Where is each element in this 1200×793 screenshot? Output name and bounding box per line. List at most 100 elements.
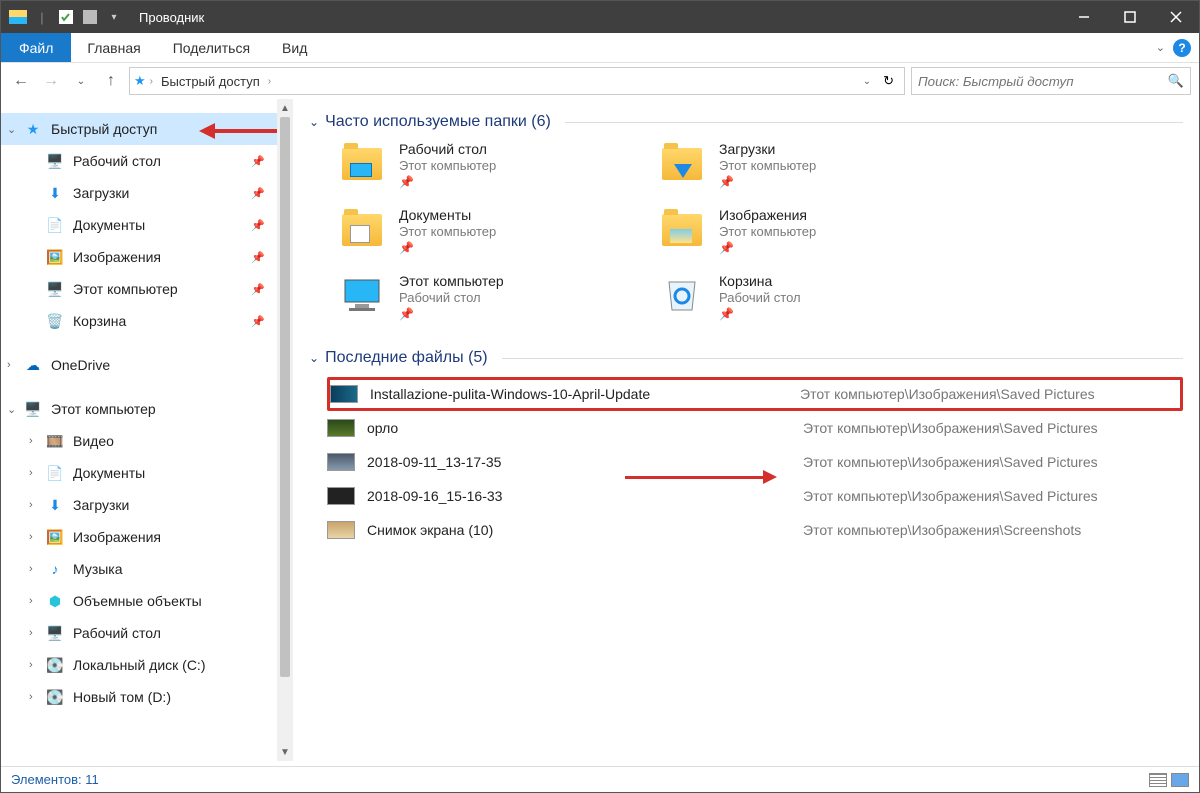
folder-item[interactable]: КорзинаРабочий стол📌 [657,273,957,321]
sidebar-item-label: Рабочий стол [73,153,161,169]
chevron-right-icon[interactable]: › [7,359,23,371]
breadcrumb-location[interactable]: Быстрый доступ [157,74,264,89]
sidebar-item-recyclebin[interactable]: 🗑️Корзина📌 [1,305,293,337]
folder-name: Документы [399,207,496,223]
sidebar-item-3dobjects[interactable]: ›⬢Объемные объекты [1,585,293,617]
refresh-icon[interactable]: ↻ [877,73,900,89]
sidebar-item-label: Изображения [73,249,161,265]
thumbnails-view-icon[interactable] [1171,773,1189,787]
sidebar-item-label: Быстрый доступ [51,121,157,137]
folder-item[interactable]: ЗагрузкиЭтот компьютер📌 [657,141,957,189]
music-icon: ♪ [45,559,65,579]
pin-icon: 📌 [251,187,265,200]
search-icon[interactable]: 🔍 [1168,73,1184,89]
cloud-icon: ☁ [23,355,43,375]
scroll-up-icon[interactable]: ▲ [277,99,293,117]
chevron-down-icon[interactable]: ⌄ [7,123,23,136]
sidebar-item-videos[interactable]: ›🎞️Видео [1,425,293,457]
sidebar-item-pictures2[interactable]: ›🖼️Изображения [1,521,293,553]
sidebar-item-documents2[interactable]: ›📄Документы [1,457,293,489]
search-box[interactable]: 🔍 [911,67,1191,95]
pin-icon: 📌 [251,283,265,296]
sidebar-item-label: Изображения [73,529,161,545]
sidebar-item-pictures[interactable]: 🖼️Изображения📌 [1,241,293,273]
recycle-icon: 🗑️ [45,311,65,331]
folder-item[interactable]: Этот компьютерРабочий стол📌 [337,273,637,321]
scroll-down-icon[interactable]: ▼ [277,743,293,761]
file-thumbnail-icon [327,521,355,539]
sidebar-item-music[interactable]: ›♪Музыка [1,553,293,585]
folder-name: Рабочий стол [399,141,496,157]
tab-home[interactable]: Главная [71,33,156,62]
folder-item[interactable]: ИзображенияЭтот компьютер📌 [657,207,957,255]
recent-file-item[interactable]: 2018-09-16_15-16-33Этот компьютер\Изобра… [327,479,1183,513]
pin-icon: 📌 [251,219,265,232]
maximize-button[interactable] [1107,1,1153,33]
recent-file-item[interactable]: Снимок экрана (10)Этот компьютер\Изображ… [327,513,1183,547]
close-button[interactable] [1153,1,1199,33]
sidebar-this-pc[interactable]: ⌄🖥️Этот компьютер [1,393,293,425]
chevron-down-icon[interactable]: ⌄ [309,115,319,129]
forward-button[interactable]: → [39,69,63,93]
up-button[interactable]: ↑ [99,69,123,93]
pin-icon: 📌 [251,155,265,168]
sidebar-item-downloads2[interactable]: ›⬇Загрузки [1,489,293,521]
pin-icon: 📌 [251,315,265,328]
folder-icon [657,273,707,319]
folder-item[interactable]: Рабочий столЭтот компьютер📌 [337,141,637,189]
file-path: Этот компьютер\Изображения\Screenshots [803,522,1183,538]
folder-path: Рабочий стол [399,290,504,305]
sidebar-item-label: Документы [73,217,145,233]
sidebar-onedrive[interactable]: ›☁OneDrive [1,349,293,381]
explorer-icon [7,6,29,28]
sidebar-item-desktop2[interactable]: ›🖥️Рабочий стол [1,617,293,649]
folder-item[interactable]: ДокументыЭтот компьютер📌 [337,207,637,255]
qat-dropdown-icon[interactable]: ▾ [103,6,125,28]
tab-share[interactable]: Поделиться [157,33,266,62]
ribbon-collapse-icon[interactable]: ⌄ [1156,41,1165,54]
properties-icon[interactable] [55,6,77,28]
chevron-down-icon[interactable]: ⌄ [7,403,23,416]
file-thumbnail-icon [330,385,358,403]
file-menu[interactable]: Файл [1,33,71,62]
file-name: 2018-09-16_15-16-33 [367,488,803,504]
sidebar-quick-access[interactable]: ⌄ ★ Быстрый доступ [1,113,293,145]
sidebar-item-documents[interactable]: 📄Документы📌 [1,209,293,241]
help-icon[interactable]: ? [1173,39,1191,57]
sidebar-item-label: Этот компьютер [51,401,156,417]
breadcrumb-sep: › [150,76,153,87]
recent-file-item[interactable]: 2018-09-11_13-17-35Этот компьютер\Изобра… [327,445,1183,479]
pin-icon: 📌 [399,307,504,321]
sidebar-item-desktop[interactable]: 🖥️Рабочий стол📌 [1,145,293,177]
folder-path: Этот компьютер [399,158,496,173]
address-dropdown-icon[interactable]: ⌄ [857,76,877,87]
chevron-down-icon[interactable]: ⌄ [309,351,319,365]
sidebar-item-downloads[interactable]: ⬇Загрузки📌 [1,177,293,209]
file-name: орло [367,420,803,436]
file-name: Снимок экрана (10) [367,522,803,538]
scrollbar-thumb[interactable] [280,117,290,677]
section-frequent-folders[interactable]: ⌄ Часто используемые папки (6) [309,113,1183,131]
breadcrumb-sep[interactable]: › [268,76,271,87]
sidebar-item-label: Локальный диск (C:) [73,657,206,673]
minimize-button[interactable] [1061,1,1107,33]
sidebar-item-drive-c[interactable]: ›💽Локальный диск (C:) [1,649,293,681]
address-bar[interactable]: ★ › Быстрый доступ › ⌄ ↻ [129,67,905,95]
folder-path: Этот компьютер [719,158,816,173]
folder-name: Загрузки [719,141,816,157]
tab-view[interactable]: Вид [266,33,323,62]
new-folder-icon[interactable] [79,6,101,28]
back-button[interactable]: ← [9,69,33,93]
sidebar-item-thispc[interactable]: 🖥️Этот компьютер📌 [1,273,293,305]
sidebar-scrollbar[interactable]: ▲ ▼ [277,99,293,761]
sidebar-item-label: Рабочий стол [73,625,161,641]
recent-file-item[interactable]: Installazione-pulita-Windows-10-April-Up… [327,377,1183,411]
chevron-right-icon[interactable]: › [29,435,45,447]
section-recent-files[interactable]: ⌄ Последние файлы (5) [309,349,1183,367]
history-dropdown-icon[interactable]: ⌄ [69,69,93,93]
file-thumbnail-icon [327,419,355,437]
details-view-icon[interactable] [1149,773,1167,787]
recent-file-item[interactable]: орлоЭтот компьютер\Изображения\Saved Pic… [327,411,1183,445]
sidebar-item-drive-d[interactable]: ›💽Новый том (D:) [1,681,293,713]
search-input[interactable] [918,74,1168,89]
